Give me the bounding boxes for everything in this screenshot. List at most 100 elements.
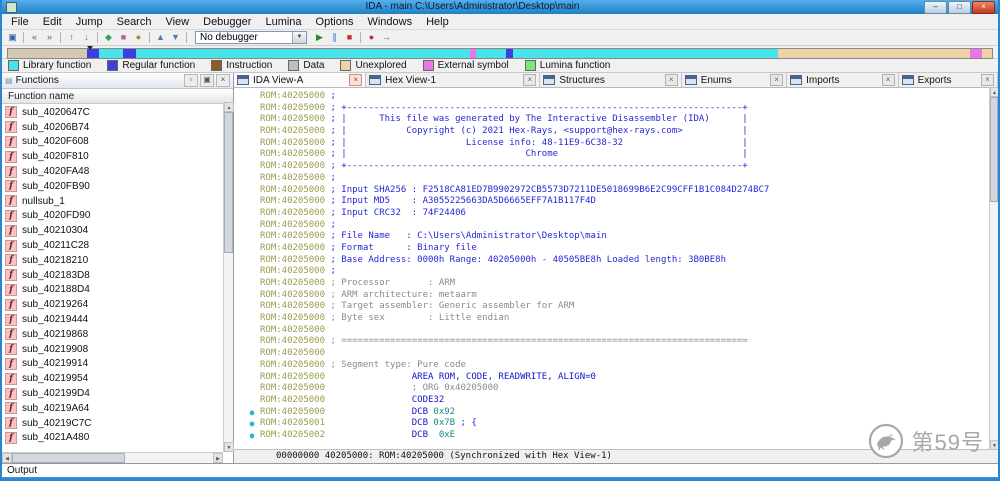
function-list-item[interactable]: f sub_40219868 [2, 327, 233, 342]
disasm-line[interactable]: ROM:40205000 ; Input CRC32 : 74F24406 [244, 208, 998, 220]
disasm-line[interactable]: ROM:40205000 ; | Chrome | [244, 149, 998, 161]
disasm-line[interactable]: ROM:40205000 ; Target assembler: Generic… [244, 301, 998, 313]
pause-debug-icon[interactable]: ∥ [327, 31, 342, 44]
disasm-line[interactable]: ROM:40205000 ; =========================… [244, 336, 998, 348]
close-icon[interactable]: × [664, 74, 678, 86]
disasm-line[interactable]: ROM:40205000 ; | This file was generated… [244, 114, 998, 126]
disasm-line[interactable]: ROM:40205000 ; Base Address: 0000h Range… [244, 255, 998, 267]
close-icon[interactable]: × [523, 74, 537, 86]
data-icon[interactable]: ◆ [101, 31, 116, 44]
function-list-item[interactable]: f sub_40211C28 [2, 238, 233, 253]
navband-segment[interactable] [970, 49, 983, 58]
scroll-down-icon[interactable]: ▼ [990, 440, 998, 450]
function-list-item[interactable]: f sub_40219A64 [2, 401, 233, 416]
scroll-up-icon[interactable]: ▲ [990, 87, 998, 97]
stop-debug-icon[interactable]: ■ [342, 31, 357, 44]
close-button[interactable]: × [972, 0, 995, 14]
disasm-line[interactable]: ROM:40205000 ; [244, 173, 998, 185]
menu-windows[interactable]: Windows [360, 16, 419, 28]
function-list-item[interactable]: f sub_40210304 [2, 223, 233, 238]
search-down-icon[interactable]: ▼ [168, 31, 183, 44]
menu-file[interactable]: File [4, 16, 36, 28]
menu-lumina[interactable]: Lumina [258, 16, 308, 28]
navband-segment[interactable] [982, 49, 992, 58]
navband-segment[interactable] [512, 49, 779, 58]
menu-jump[interactable]: Jump [69, 16, 110, 28]
menu-search[interactable]: Search [110, 16, 159, 28]
step-icon[interactable]: → [379, 31, 394, 44]
function-list-item[interactable]: f sub_4020647C [2, 105, 233, 120]
menu-edit[interactable]: Edit [36, 16, 69, 28]
menu-options[interactable]: Options [309, 16, 361, 28]
debugger-combo[interactable]: No debugger ▼ [195, 31, 307, 44]
navband-segment[interactable] [778, 49, 971, 58]
tab-enums[interactable]: Enums × [682, 73, 788, 87]
output-panel[interactable]: Output [2, 463, 998, 477]
disasm-line[interactable]: ROM:40205000 ; Format : Binary file [244, 243, 998, 255]
function-list-item[interactable]: f sub_4021A480 [2, 431, 233, 446]
disasm-line[interactable]: ● ROM:40205000 DCB 0x92 [244, 407, 998, 419]
save-icon[interactable]: ▣ [5, 31, 20, 44]
function-list-item[interactable]: f sub_40219908 [2, 342, 233, 357]
disasm-line[interactable]: ROM:40205000 ; +------------------------… [244, 161, 998, 173]
close-icon[interactable]: × [881, 74, 895, 86]
tab-exports[interactable]: Exports × [899, 73, 998, 87]
disasm-line[interactable]: ROM:40205000 [244, 348, 998, 360]
navband-segment[interactable] [123, 49, 136, 58]
scroll-left-icon[interactable]: ◀ [2, 453, 12, 463]
function-list-item[interactable]: f sub_40219264 [2, 297, 233, 312]
function-list-item[interactable]: f sub_4020FA48 [2, 164, 233, 179]
disasm-line[interactable]: ROM:40205000 ; +------------------------… [244, 103, 998, 115]
structs-icon[interactable]: ■ [116, 31, 131, 44]
disasm-line[interactable]: ROM:40205000 ; Segment type: Pure code [244, 360, 998, 372]
close-panel-icon[interactable]: × [216, 74, 230, 87]
function-list-item[interactable]: f sub_402199D4 [2, 386, 233, 401]
navband-segment[interactable] [135, 49, 471, 58]
scroll-up-icon[interactable]: ▲ [224, 102, 234, 112]
dock-icon[interactable]: ▫ [184, 74, 198, 87]
disasm-line[interactable]: ROM:40205000 ; File Name : C:\Users\Admi… [244, 231, 998, 243]
function-list-item[interactable]: f sub_4020F810 [2, 149, 233, 164]
scroll-thumb[interactable] [12, 453, 125, 463]
navband-segment[interactable] [476, 49, 506, 58]
jump-down-icon[interactable]: ↓ [79, 31, 94, 44]
enums-icon[interactable]: ● [131, 31, 146, 44]
column-header-function-name[interactable]: Function name [2, 89, 233, 104]
tab-imports[interactable]: Imports × [787, 73, 899, 87]
disasm-line[interactable]: ROM:40205000 [244, 325, 998, 337]
start-debug-icon[interactable]: ▶ [312, 31, 327, 44]
navband-segment[interactable] [505, 49, 513, 58]
disasm-line[interactable]: ROM:40205000 ; [244, 220, 998, 232]
scroll-down-icon[interactable]: ▼ [224, 442, 234, 452]
disasm-line[interactable]: ROM:40205000 ; Input MD5 : A3055225663DA… [244, 196, 998, 208]
scroll-thumb[interactable] [224, 112, 233, 253]
menu-help[interactable]: Help [419, 16, 456, 28]
scroll-thumb[interactable] [990, 97, 998, 202]
forward-icon[interactable]: » [42, 31, 57, 44]
back-icon[interactable]: « [27, 31, 42, 44]
close-icon[interactable]: × [980, 74, 994, 86]
disasm-line[interactable]: ROM:40205000 AREA ROM, CODE, READWRITE, … [244, 372, 998, 384]
function-list-item[interactable]: f sub_40219444 [2, 312, 233, 327]
float-icon[interactable]: ▣ [200, 74, 214, 87]
navband-segment[interactable] [8, 49, 87, 58]
disasm-line[interactable]: ROM:40205000 ; Byte sex : Little endian [244, 313, 998, 325]
function-list-item[interactable]: f sub_402188D4 [2, 283, 233, 298]
close-icon[interactable]: × [770, 74, 784, 86]
menu-debugger[interactable]: Debugger [196, 16, 258, 28]
scroll-track[interactable] [12, 453, 213, 463]
tab-hex-view-1[interactable]: Hex View-1 × [366, 73, 541, 87]
function-list-item[interactable]: f sub_40219C7C [2, 416, 233, 431]
disasm-line[interactable]: ROM:40205000 ; ARM architecture: metaarm [244, 290, 998, 302]
disassembly-vertical-scrollbar[interactable]: ▲ ▼ [989, 87, 998, 450]
navband-segment[interactable] [86, 49, 99, 58]
scroll-track[interactable] [224, 112, 233, 442]
scroll-right-icon[interactable]: ▶ [213, 453, 223, 463]
function-list-item[interactable]: f sub_40219954 [2, 371, 233, 386]
function-list-item[interactable]: f sub_4020F608 [2, 135, 233, 150]
chevron-down-icon[interactable]: ▼ [292, 32, 306, 43]
navigation-band[interactable] [7, 48, 993, 59]
jump-up-icon[interactable]: ↑ [64, 31, 79, 44]
function-list-item[interactable]: f sub_4020FD90 [2, 209, 233, 224]
functions-vertical-scrollbar[interactable]: ▲ ▼ [223, 102, 234, 452]
